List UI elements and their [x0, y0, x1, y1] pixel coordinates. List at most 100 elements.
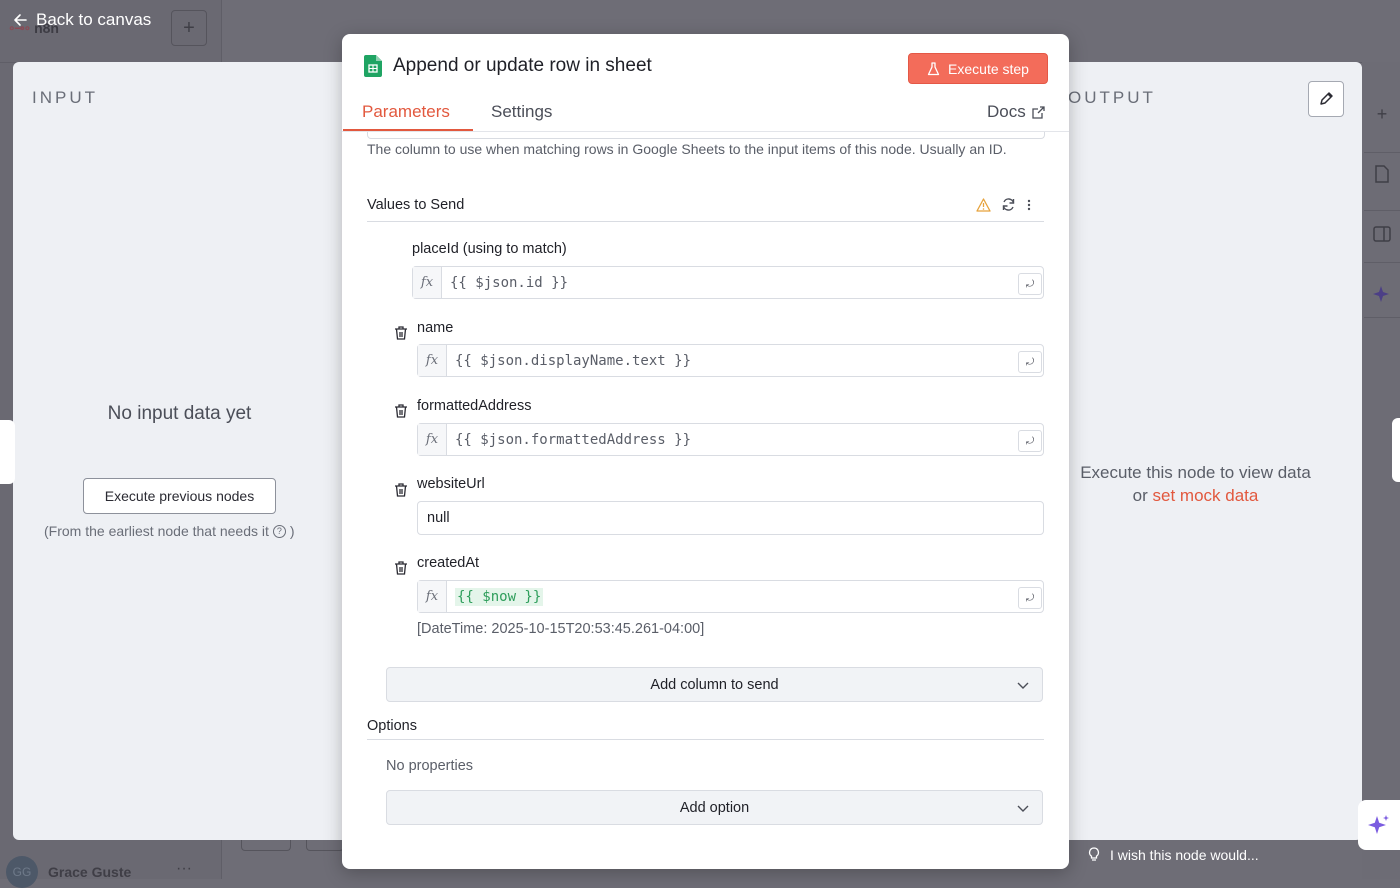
output-panel-title: OUTPUT: [1068, 88, 1156, 107]
output-panel: [1068, 62, 1362, 840]
avatar: GG: [6, 856, 38, 888]
open-expression-editor-button[interactable]: ⤾: [1017, 424, 1043, 455]
feedback-label: I wish this node would...: [1110, 847, 1259, 863]
no-input-message: No input data yet: [107, 403, 252, 424]
canvas-control: [241, 840, 291, 851]
fx-icon: fx: [418, 345, 447, 376]
docs-link[interactable]: Docs: [987, 102, 1045, 122]
open-expression-editor-button[interactable]: ⤾: [1017, 267, 1043, 298]
user-name: Grace Guste: [48, 864, 132, 880]
side-divider: [1364, 262, 1400, 263]
user-more-button[interactable]: ···: [176, 860, 192, 878]
field-label-website-url: websiteUrl: [417, 476, 485, 492]
options-rule: [367, 739, 1044, 740]
execute-previous-nodes-button[interactable]: Execute previous nodes: [83, 478, 276, 514]
chevron-down-icon: [1017, 682, 1029, 689]
output-mock-line: or set mock data: [1068, 484, 1323, 507]
created-at-expression-value: {{ $now }}: [455, 587, 544, 606]
column-to-match-hint: The column to use when matching rows in …: [367, 141, 1007, 157]
values-to-send-title: Values to Send: [367, 197, 465, 213]
formatted-address-expression-value[interactable]: {{ $json.formattedAddress }}: [447, 424, 1017, 455]
values-to-send-actions: [976, 197, 1032, 212]
active-tab-indicator: [343, 129, 473, 131]
add-option-dropdown[interactable]: Add option: [386, 790, 1043, 825]
field-label-formatted-address: formattedAddress: [417, 398, 532, 414]
fx-icon: fx: [418, 581, 447, 612]
feedback-link[interactable]: I wish this node would...: [1088, 847, 1259, 863]
side-ai-button[interactable]: [1368, 280, 1396, 308]
open-expression-icon: ⤾: [1018, 430, 1042, 452]
edit-output-button[interactable]: [1308, 81, 1344, 117]
lightbulb-icon: [1088, 847, 1100, 861]
open-expression-icon: ⤾: [1018, 587, 1042, 609]
open-expression-icon: ⤾: [1018, 273, 1042, 295]
refresh-icon[interactable]: [1001, 197, 1016, 212]
arrow-left-icon: [14, 14, 27, 26]
column-to-match-field[interactable]: [367, 132, 1045, 139]
earliest-node-note: (From the earliest node that needs it ? …: [44, 523, 295, 539]
name-expression-value[interactable]: {{ $json.displayName.text }}: [447, 345, 1017, 376]
tab-parameters[interactable]: Parameters: [362, 102, 450, 122]
execute-step-button[interactable]: Execute step: [908, 53, 1048, 84]
created-at-preview: [DateTime: 2025-10-15T20:53:45.261-04:00…: [417, 621, 705, 637]
docs-label: Docs: [987, 102, 1026, 121]
input-panel-title: INPUT: [32, 88, 98, 107]
ask-ai-button[interactable]: [1358, 800, 1400, 850]
add-column-label: Add column to send: [650, 676, 779, 693]
sticky-note-icon: [1375, 165, 1389, 183]
add-column-to-send-dropdown[interactable]: Add column to send: [386, 667, 1043, 702]
trash-icon[interactable]: [394, 403, 408, 419]
trash-icon[interactable]: [394, 560, 408, 576]
sparkle-icon: [1368, 815, 1389, 834]
google-sheets-icon: [364, 55, 382, 77]
flask-icon: [927, 61, 940, 75]
trash-icon[interactable]: [394, 482, 408, 498]
website-url-input[interactable]: null: [417, 501, 1044, 535]
name-expression-field[interactable]: fx {{ $json.displayName.text }} ⤾: [417, 344, 1044, 377]
node-details-modal: Append or update row in sheet Execute st…: [342, 34, 1069, 869]
output-mock-prefix: or: [1132, 486, 1148, 505]
output-panel-drag-handle[interactable]: [1392, 418, 1400, 482]
fx-icon: fx: [418, 424, 447, 455]
values-to-send-rule: [367, 221, 1044, 222]
user-menu[interactable]: GG Grace Guste: [6, 856, 131, 888]
add-node-button[interactable]: +: [171, 10, 207, 46]
node-title[interactable]: Append or update row in sheet: [393, 55, 652, 77]
output-empty-line: Execute this node to view data: [1080, 463, 1311, 482]
execute-step-label: Execute step: [948, 60, 1029, 77]
tab-settings[interactable]: Settings: [491, 102, 552, 122]
created-at-expression[interactable]: {{ $now }}: [447, 581, 1017, 612]
options-title: Options: [367, 718, 417, 734]
created-at-expression-field[interactable]: fx {{ $now }} ⤾: [417, 580, 1044, 613]
open-expression-icon: ⤾: [1018, 351, 1042, 373]
input-panel: [13, 62, 353, 840]
side-panel-button[interactable]: [1368, 220, 1396, 248]
side-divider: [1364, 152, 1400, 153]
side-sticky-button[interactable]: [1368, 160, 1396, 188]
back-to-canvas-label: Back to canvas: [36, 10, 152, 29]
external-link-icon: [1032, 105, 1045, 119]
back-to-canvas-link[interactable]: Back to canvas: [12, 10, 151, 30]
field-label-name: name: [417, 320, 454, 336]
open-expression-editor-button[interactable]: ⤾: [1017, 345, 1043, 376]
more-vertical-icon[interactable]: [1026, 198, 1032, 212]
trash-icon[interactable]: [394, 325, 408, 341]
no-properties-text: No properties: [386, 758, 474, 774]
output-empty-message: Execute this node to view data or set mo…: [1068, 461, 1323, 507]
add-option-label: Add option: [679, 799, 750, 816]
canvas-control: [306, 840, 344, 851]
earliest-node-note-text: (From the earliest node that needs it: [44, 523, 269, 539]
placeid-expression-field[interactable]: fx {{ $json.id }} ⤾: [412, 266, 1044, 299]
open-expression-editor-button[interactable]: ⤾: [1017, 581, 1043, 612]
sparkle-icon: [1373, 286, 1389, 302]
placeid-expression-value[interactable]: {{ $json.id }}: [442, 267, 1017, 298]
formatted-address-expression-field[interactable]: fx {{ $json.formattedAddress }} ⤾: [417, 423, 1044, 456]
field-label-placeid: placeId (using to match): [412, 241, 567, 257]
input-panel-drag-handle[interactable]: [0, 420, 15, 484]
plus-icon: +: [1376, 103, 1388, 124]
set-mock-data-link[interactable]: set mock data: [1153, 486, 1259, 505]
chevron-down-icon: [1017, 805, 1029, 812]
side-plus-button[interactable]: +: [1368, 100, 1396, 128]
help-icon[interactable]: ?: [272, 524, 286, 538]
field-label-created-at: createdAt: [417, 555, 480, 571]
